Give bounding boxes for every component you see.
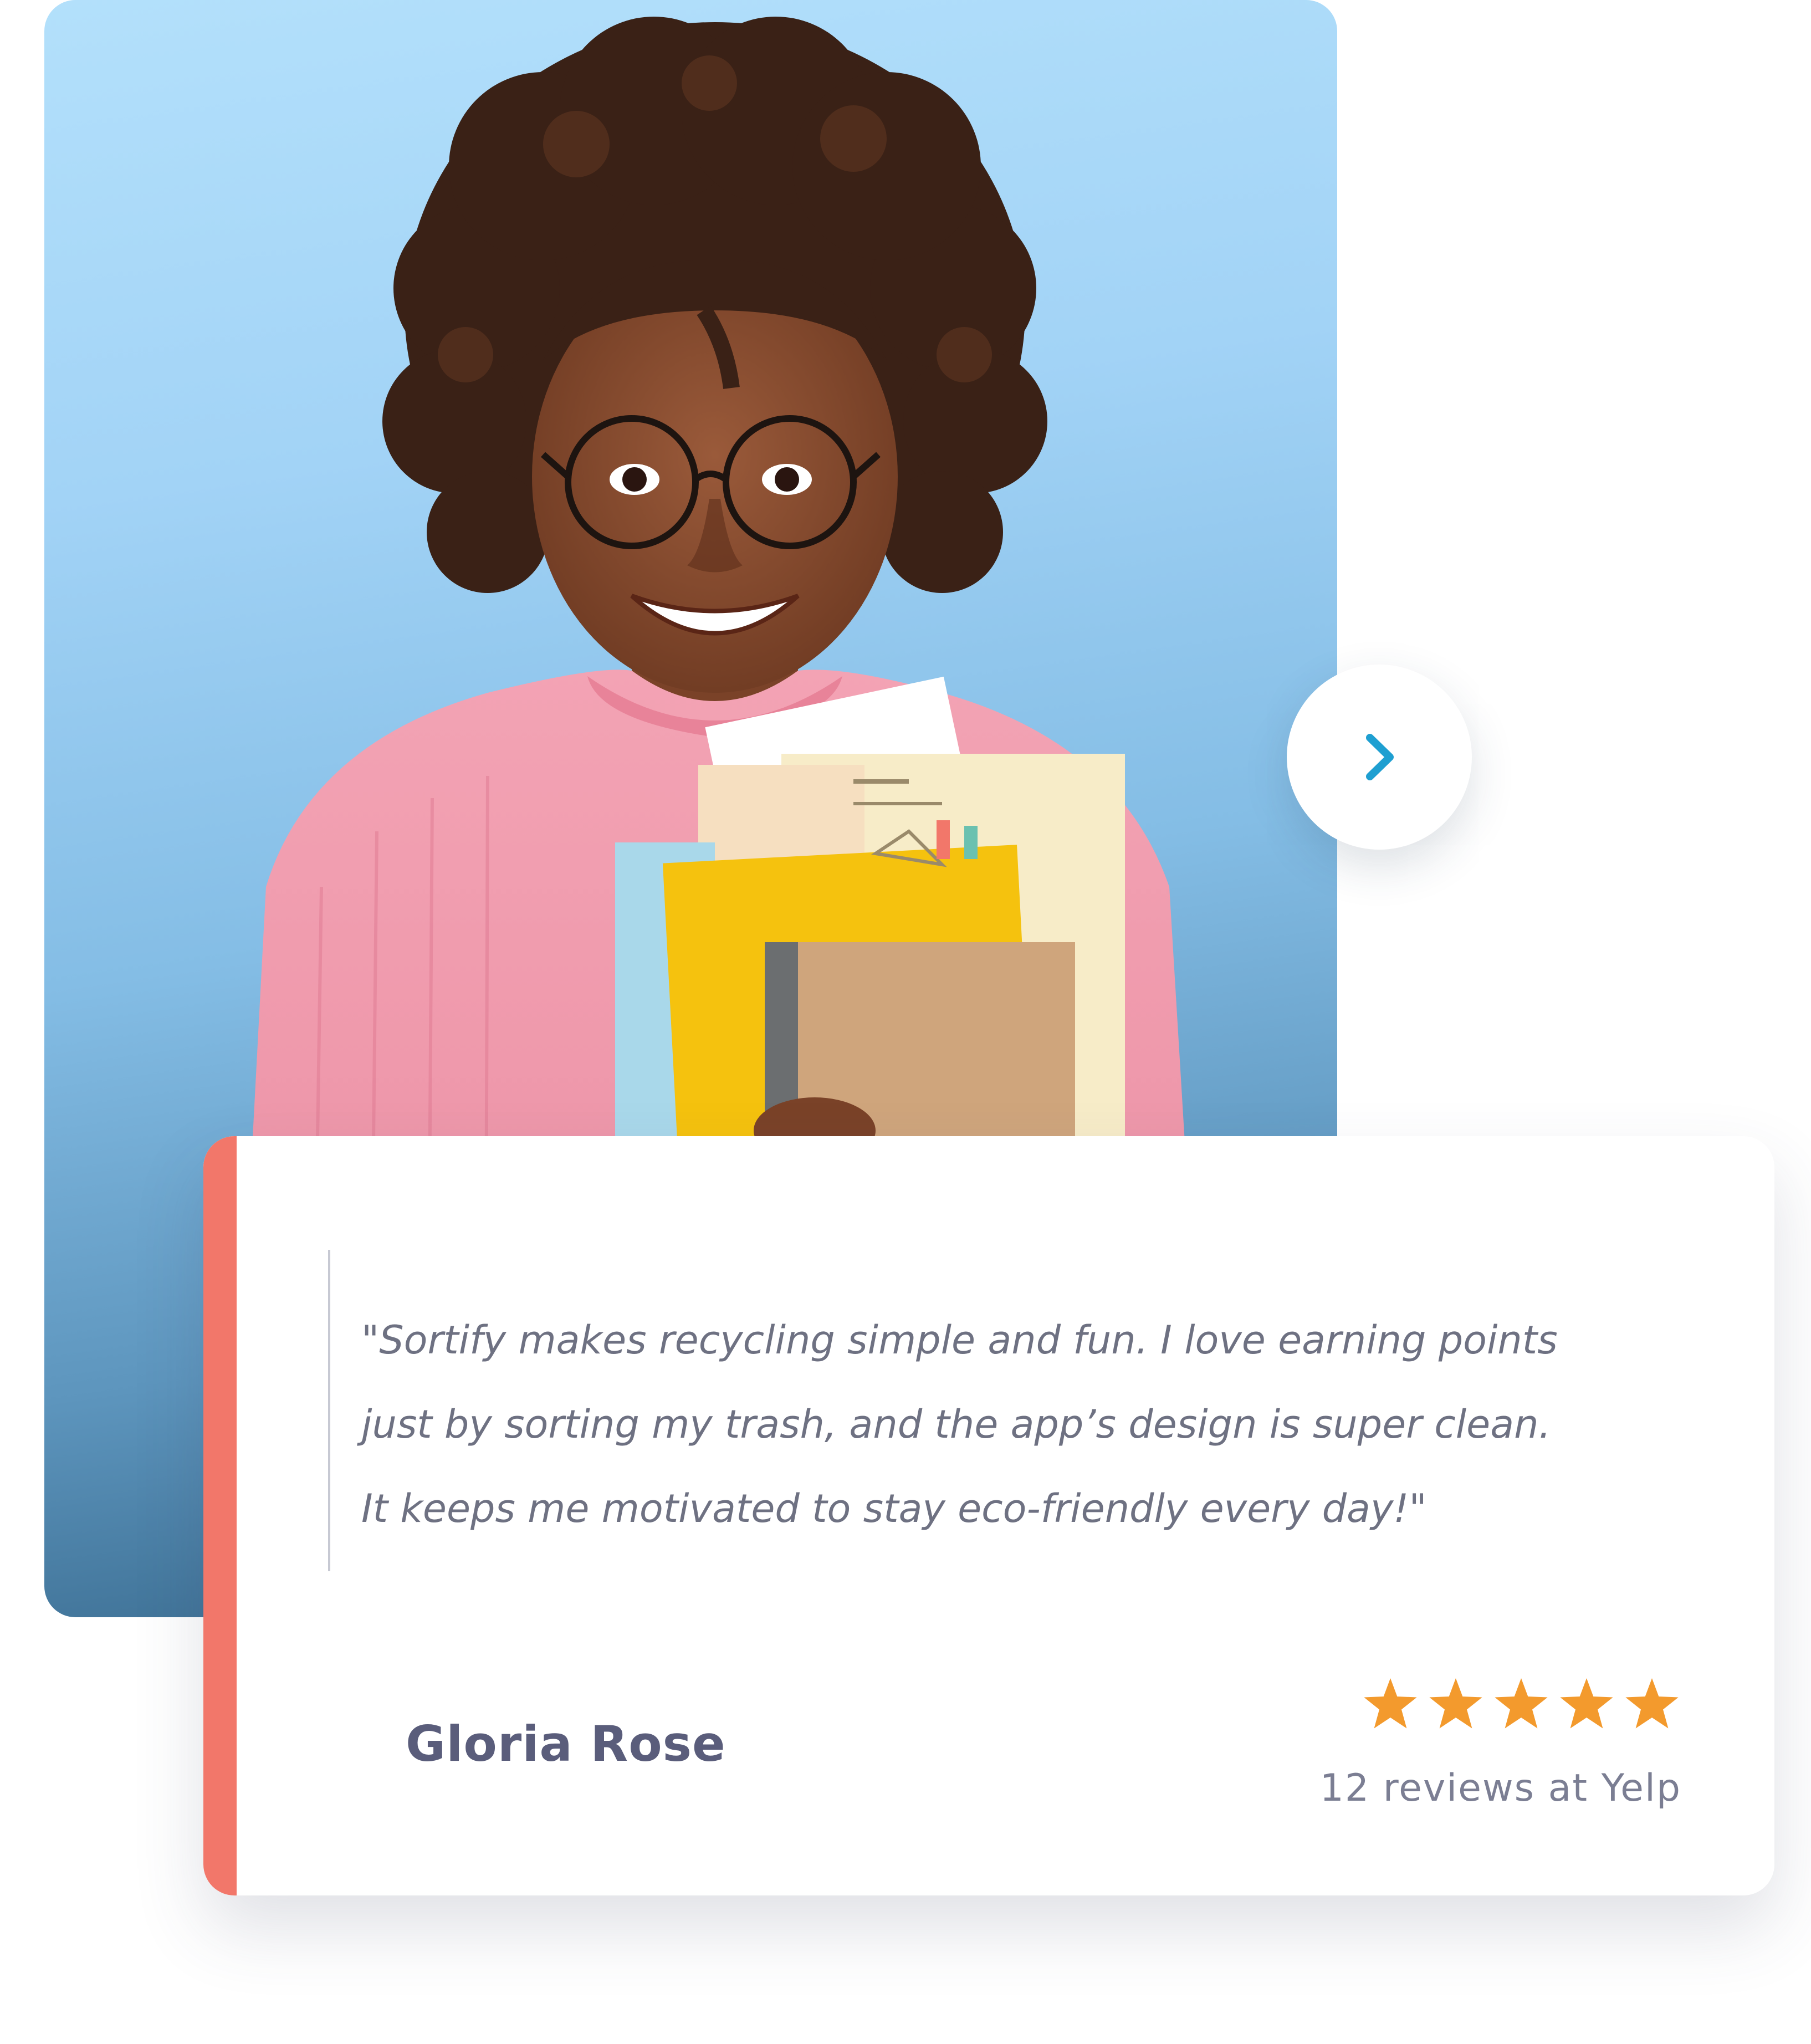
star-icon xyxy=(1495,1678,1548,1729)
quote-line: just by sorting my trash, and the app’s … xyxy=(361,1402,1551,1447)
card-accent-bar xyxy=(203,1136,237,1895)
testimonial-card: "Sortify makes recycling simple and fun.… xyxy=(203,1136,1774,1895)
quote-line: "Sortify makes recycling simple and fun.… xyxy=(361,1317,1558,1363)
testimonial-quote: "Sortify makes recycling simple and fun.… xyxy=(361,1298,1636,1551)
quote-rule xyxy=(328,1250,330,1571)
author-name: Gloria Rose xyxy=(406,1715,726,1772)
rating-stars xyxy=(1364,1678,1679,1729)
next-testimonial-button[interactable] xyxy=(1287,665,1472,850)
star-icon xyxy=(1625,1678,1679,1729)
quote-line: It keeps me motivated to stay eco-friend… xyxy=(361,1486,1427,1531)
star-icon xyxy=(1429,1678,1482,1729)
star-icon xyxy=(1364,1678,1417,1729)
star-icon xyxy=(1560,1678,1613,1729)
chevron-right-icon xyxy=(1366,734,1394,780)
review-count: 12 reviews at Yelp xyxy=(1319,1766,1681,1810)
testimonial-section: "Sortify makes recycling simple and fun.… xyxy=(0,0,1811,2044)
